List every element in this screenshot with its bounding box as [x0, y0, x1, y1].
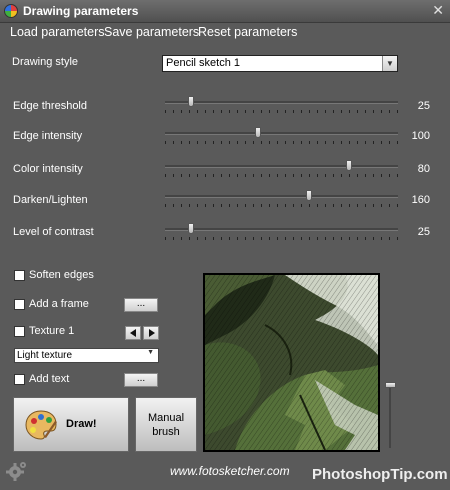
texture-label: Texture 1 [29, 325, 75, 337]
arrow-right-icon [149, 329, 155, 337]
preview-image [203, 273, 380, 452]
menu-load-parameters[interactable]: Load parameters [10, 25, 105, 39]
edge-threshold-label: Edge threshold [13, 100, 87, 112]
slider-thumb[interactable] [255, 127, 262, 138]
window-title: Drawing parameters [23, 4, 139, 18]
website-link[interactable]: www.fotosketcher.com [170, 464, 290, 478]
menu-bar: Load parameters Save parameters Reset pa… [0, 22, 450, 44]
add-frame-checkbox[interactable] [14, 299, 25, 310]
drawing-style-value: Pencil sketch 1 [166, 57, 240, 69]
slider-track [165, 165, 398, 168]
slider-ticks [165, 110, 398, 113]
slider-track [165, 195, 398, 198]
texture-next-button[interactable] [143, 326, 159, 340]
level-of-contrast-value: 25 [417, 226, 430, 238]
slider-thumb[interactable] [346, 160, 353, 171]
preview-sketch [205, 275, 378, 450]
watermark-text: PhotoshopTip.com [312, 466, 448, 483]
darken-lighten-label: Darken/Lighten [13, 194, 88, 206]
draw-button-label: Draw! [66, 418, 97, 430]
manual-brush-button[interactable]: Manual brush [135, 397, 197, 452]
slider-thumb[interactable] [187, 96, 194, 107]
manual-brush-label-line1: Manual [147, 412, 185, 424]
chevron-down-icon[interactable]: ▼ [382, 56, 397, 71]
edge-intensity-slider[interactable] [165, 127, 398, 145]
soften-edges-checkbox[interactable] [14, 270, 25, 281]
manual-brush-label-line2: brush [152, 426, 180, 438]
slider-ticks [165, 141, 398, 144]
edge-threshold-value: 25 [417, 100, 430, 112]
zoom-track [389, 382, 391, 448]
add-text-checkbox[interactable] [14, 374, 25, 385]
add-frame-label: Add a frame [29, 298, 89, 310]
slider-ticks [165, 174, 398, 177]
frame-options-button[interactable]: ... [124, 298, 158, 312]
add-text-label: Add text [29, 373, 70, 385]
close-button[interactable]: ✕ [432, 2, 444, 19]
palette-icon [25, 410, 57, 440]
chevron-down-icon[interactable]: ▼ [147, 349, 154, 356]
slider-ticks [165, 237, 398, 240]
draw-button[interactable]: Draw! [13, 397, 129, 452]
texture-checkbox[interactable] [14, 326, 25, 337]
menu-reset-parameters[interactable]: Reset parameters [198, 25, 297, 39]
color-intensity-label: Color intensity [13, 163, 83, 175]
edge-intensity-value: 100 [411, 130, 430, 142]
color-intensity-slider[interactable] [165, 160, 398, 178]
darken-lighten-slider[interactable] [165, 190, 398, 208]
arrow-left-icon [130, 329, 136, 337]
slider-track [165, 101, 398, 104]
text-options-button[interactable]: ... [124, 373, 158, 387]
slider-track [165, 132, 398, 135]
soften-edges-label: Soften edges [29, 269, 94, 281]
preview-zoom-slider[interactable] [385, 382, 396, 448]
menu-save-parameters[interactable]: Save parameters [104, 25, 199, 39]
level-of-contrast-label: Level of contrast [13, 226, 94, 238]
slider-ticks [165, 204, 398, 207]
color-intensity-value: 80 [417, 163, 430, 175]
fotosketcher-app-icon [4, 4, 18, 18]
edge-intensity-label: Edge intensity [13, 130, 83, 142]
drawing-style-label: Drawing style [12, 56, 79, 68]
texture-prev-button[interactable] [125, 326, 141, 340]
drawing-style-select[interactable]: Pencil sketch 1 ▼ [162, 55, 398, 72]
texture-select[interactable]: Light texture ▼ [14, 348, 159, 363]
gear-icon[interactable] [6, 460, 28, 482]
darken-lighten-value: 160 [411, 194, 430, 206]
level-of-contrast-slider[interactable] [165, 223, 398, 241]
texture-select-value: Light texture [17, 350, 73, 361]
title-bar: Drawing parameters ✕ [0, 0, 450, 23]
slider-track [165, 228, 398, 231]
slider-thumb[interactable] [187, 223, 194, 234]
slider-thumb[interactable] [306, 190, 313, 201]
edge-threshold-slider[interactable] [165, 96, 398, 114]
zoom-thumb[interactable] [385, 382, 396, 388]
